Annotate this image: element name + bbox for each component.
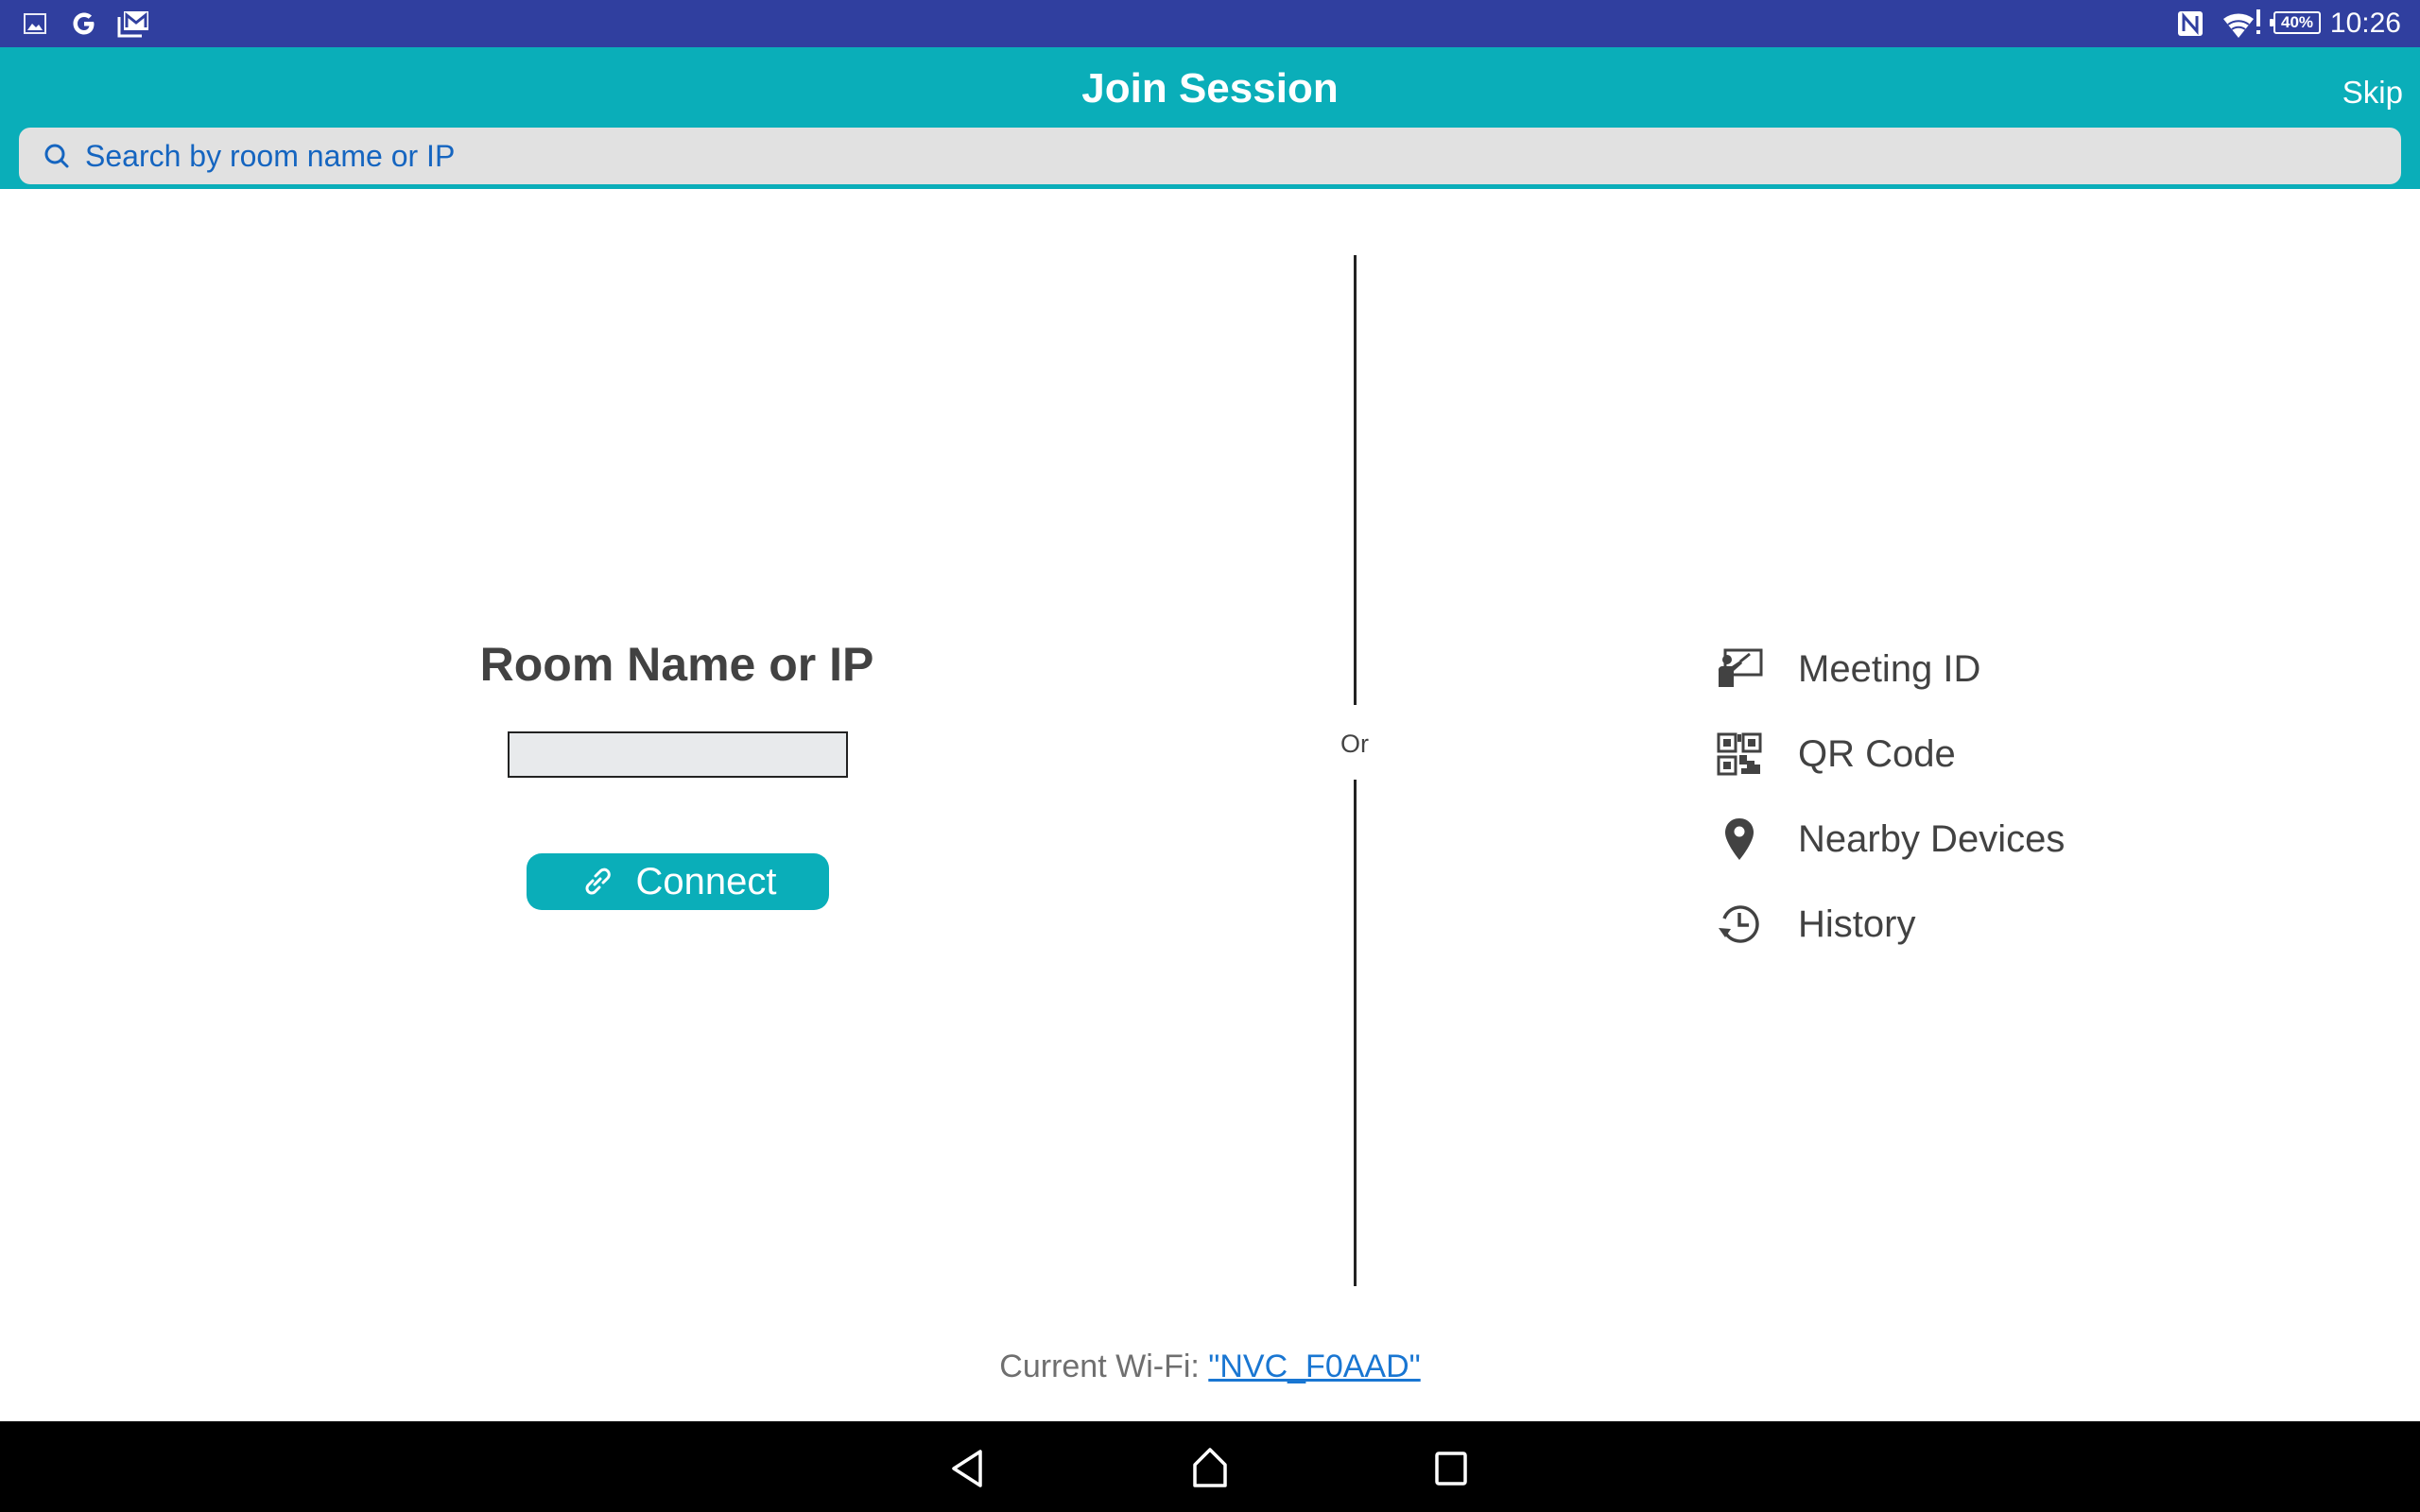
join-options-list: Meeting ID QR Code Nearby Devices Histor…	[1713, 627, 2065, 967]
divider-top	[1354, 255, 1357, 705]
gallery-icon	[23, 8, 47, 40]
link-icon	[585, 868, 611, 895]
option-label: Meeting ID	[1798, 648, 1981, 690]
skip-button[interactable]: Skip	[2342, 72, 2403, 113]
status-bar: 40% 10:26	[0, 0, 2420, 47]
navigation-bar	[0, 1421, 2420, 1512]
option-label: History	[1798, 903, 1916, 945]
recents-button[interactable]	[1423, 1440, 1479, 1497]
option-history[interactable]: History	[1713, 882, 2065, 967]
gmail-icon	[117, 8, 151, 40]
search-icon	[44, 144, 69, 168]
app-header: Join Session Skip	[0, 47, 2420, 189]
page-title: Join Session	[1081, 65, 1339, 112]
wifi-label: Current Wi-Fi:	[999, 1349, 1209, 1384]
divider-bottom	[1354, 780, 1357, 1286]
recents-icon	[1435, 1452, 1467, 1486]
presenter-icon	[1713, 643, 1766, 696]
location-pin-icon	[1713, 813, 1766, 866]
connect-button[interactable]: Connect	[527, 853, 829, 910]
wifi-name-link[interactable]: "NVC_F0AAD"	[1208, 1349, 1420, 1384]
option-label: Nearby Devices	[1798, 818, 2066, 860]
back-button[interactable]	[941, 1440, 997, 1497]
search-bar[interactable]	[19, 127, 2401, 185]
google-icon	[70, 8, 98, 40]
back-icon	[952, 1450, 982, 1487]
search-input[interactable]	[83, 127, 2401, 185]
room-name-input[interactable]	[508, 731, 848, 778]
room-name-heading: Room Name or IP	[479, 638, 874, 691]
option-meeting-id[interactable]: Meeting ID	[1713, 627, 2065, 712]
home-button[interactable]	[1182, 1440, 1238, 1497]
clock: 10:26	[2329, 8, 2401, 39]
nfc-icon	[2176, 8, 2204, 40]
connect-label: Connect	[635, 860, 777, 902]
battery-indicator: 40%	[2270, 11, 2321, 34]
option-label: QR Code	[1798, 733, 1956, 775]
qr-code-icon	[1713, 728, 1766, 781]
home-icon	[1193, 1448, 1227, 1487]
option-nearby-devices[interactable]: Nearby Devices	[1713, 797, 2065, 882]
wifi-warning-icon	[2221, 8, 2263, 40]
current-wifi: Current Wi-Fi: "NVC_F0AAD"	[0, 1346, 2420, 1387]
option-qr-code[interactable]: QR Code	[1713, 712, 2065, 797]
or-separator: Or	[1340, 730, 1369, 758]
history-icon	[1713, 898, 1766, 951]
